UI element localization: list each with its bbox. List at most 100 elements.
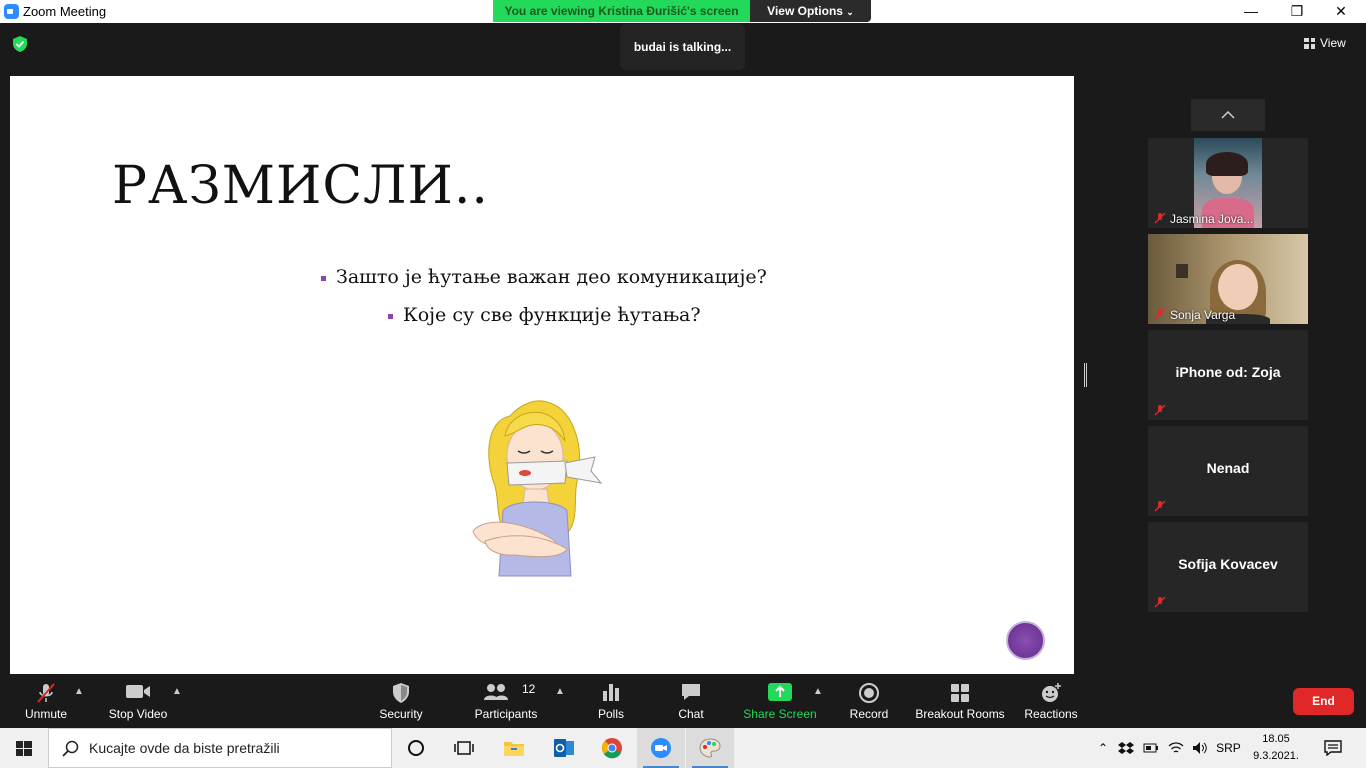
view-options-button[interactable]: View Options ⌄ — [750, 0, 871, 22]
breakout-rooms-label: Breakout Rooms — [915, 707, 1005, 721]
windows-taskbar: Kucajte ovde da biste pretražili ⌃ SRP 1… — [0, 728, 1366, 768]
viewing-screen-banner: You are viewing Kristina Đurišić's scree… — [493, 0, 750, 22]
security-button[interactable]: Security — [372, 674, 430, 728]
slide-bullet-text: Зашто је ћутање важан део комуникације? — [336, 266, 767, 288]
file-explorer-button[interactable] — [490, 728, 538, 768]
paint-button[interactable] — [686, 728, 734, 768]
paint-palette-icon — [699, 738, 721, 758]
participants-button[interactable]: 12 Participants — [472, 674, 540, 728]
task-view-button[interactable] — [440, 728, 488, 768]
active-speaker-indicator: budai is talking... — [620, 24, 745, 70]
audio-options-caret[interactable]: ▲ — [74, 686, 84, 697]
chrome-button[interactable] — [588, 728, 636, 768]
start-button[interactable] — [0, 728, 48, 768]
window-title: Zoom Meeting — [23, 4, 107, 19]
polls-label: Polls — [597, 707, 624, 721]
smiley-icon — [1042, 683, 1061, 702]
folder-icon — [504, 742, 524, 756]
scroll-up-button[interactable] — [1191, 99, 1265, 131]
search-icon — [62, 740, 79, 757]
chat-label: Chat — [678, 707, 704, 721]
minimize-button[interactable]: — — [1228, 0, 1274, 23]
participant-name: Nenad — [1206, 460, 1250, 476]
stop-video-button[interactable]: Stop Video — [104, 674, 172, 728]
muted-mic-icon — [1154, 404, 1166, 416]
view-button[interactable]: View — [1304, 34, 1346, 52]
chrome-icon — [602, 738, 622, 759]
chevron-down-icon: ⌄ — [846, 7, 854, 17]
share-screen-label: Share Screen — [743, 707, 817, 721]
slide-bullet: Које су све функције ћутања? — [388, 304, 701, 326]
zoom-icon — [651, 738, 671, 758]
show-hidden-icons-caret[interactable]: ⌃ — [1098, 741, 1108, 755]
security-label: Security — [379, 707, 423, 721]
reactions-button[interactable]: Reactions — [1022, 674, 1080, 728]
dropbox-icon[interactable] — [1118, 741, 1135, 755]
participant-tile[interactable]: Sonja Varga — [1148, 234, 1308, 324]
participant-tile[interactable]: Jasmina Jova... — [1148, 138, 1308, 228]
task-view-icon — [454, 741, 474, 755]
video-camera-icon — [126, 685, 150, 698]
search-placeholder: Kucajte ovde da biste pretražili — [89, 740, 280, 756]
muted-mic-icon — [1154, 500, 1166, 512]
video-options-caret[interactable]: ▲ — [172, 686, 182, 697]
view-options-label: View Options — [767, 4, 843, 18]
muted-mic-icon — [37, 683, 55, 703]
meeting-toolbar: Unmute ▲ Stop Video ▲ Security 12 Partic… — [0, 674, 1366, 728]
share-screen-button[interactable]: Share Screen — [742, 674, 818, 728]
muted-mic-icon — [1154, 308, 1166, 320]
record-label: Record — [849, 707, 889, 721]
unmute-label: Unmute — [24, 707, 68, 721]
outlook-button[interactable] — [540, 728, 588, 768]
input-language[interactable]: SRP — [1216, 741, 1241, 755]
volume-icon[interactable] — [1192, 741, 1208, 755]
chat-button[interactable]: Chat — [668, 674, 714, 728]
grid-view-icon — [1304, 37, 1315, 49]
slide-bullet: Зашто је ћутање важан део комуникације? — [321, 266, 767, 288]
stop-video-label: Stop Video — [108, 707, 168, 721]
clock-time: 18.05 — [1262, 733, 1290, 745]
system-tray: ⌃ SRP — [1098, 728, 1241, 768]
shared-screen: РАЗМИСЛИ.. Зашто је ћутање важан део ком… — [10, 76, 1074, 674]
participant-name: Jasmina Jova... — [1170, 212, 1254, 226]
share-screen-icon — [768, 683, 792, 701]
wifi-icon[interactable] — [1168, 741, 1184, 755]
record-button[interactable]: Record — [846, 674, 892, 728]
silent-woman-illustration — [472, 400, 603, 577]
reactions-label: Reactions — [1024, 707, 1078, 721]
breakout-rooms-icon — [951, 684, 969, 702]
breakout-rooms-button[interactable]: Breakout Rooms — [914, 674, 1006, 728]
windows-logo-icon — [16, 741, 32, 756]
battery-icon[interactable] — [1143, 743, 1159, 753]
record-icon — [859, 683, 879, 703]
bullet-icon — [321, 275, 326, 281]
muted-mic-icon — [1154, 596, 1166, 608]
participants-options-caret[interactable]: ▲ — [555, 686, 565, 697]
chevron-up-icon — [1221, 111, 1235, 119]
participant-tile[interactable]: iPhone od: Zoja — [1148, 330, 1308, 420]
clock-date: 9.3.2021. — [1253, 750, 1299, 762]
taskbar-search[interactable]: Kucajte ovde da biste pretražili — [48, 728, 392, 768]
slide-logo — [1006, 621, 1045, 660]
cortana-button[interactable] — [392, 728, 440, 768]
zoom-app-icon — [4, 4, 19, 19]
panel-resize-handle[interactable] — [1084, 363, 1087, 387]
zoom-taskbar-button[interactable] — [637, 728, 685, 768]
participants-label: Participants — [474, 707, 538, 721]
cortana-icon — [408, 740, 424, 756]
shield-icon — [393, 683, 409, 703]
polls-button[interactable]: Polls — [588, 674, 634, 728]
participant-tile[interactable]: Nenad — [1148, 426, 1308, 516]
unmute-button[interactable]: Unmute — [14, 674, 78, 728]
close-button[interactable]: ✕ — [1318, 0, 1364, 23]
view-button-label: View — [1320, 36, 1346, 50]
end-meeting-button[interactable]: End — [1293, 688, 1354, 715]
encryption-shield-icon[interactable] — [11, 35, 29, 53]
taskbar-clock[interactable]: 18.05 9.3.2021. — [1250, 731, 1302, 765]
bullet-icon — [388, 313, 393, 319]
participant-tile[interactable]: Sofija Kovacev — [1148, 522, 1308, 612]
share-options-caret[interactable]: ▲ — [813, 686, 823, 697]
maximize-button[interactable]: ❐ — [1274, 0, 1320, 23]
notifications-icon[interactable] — [1324, 740, 1342, 756]
participant-name: Sonja Varga — [1170, 308, 1236, 322]
